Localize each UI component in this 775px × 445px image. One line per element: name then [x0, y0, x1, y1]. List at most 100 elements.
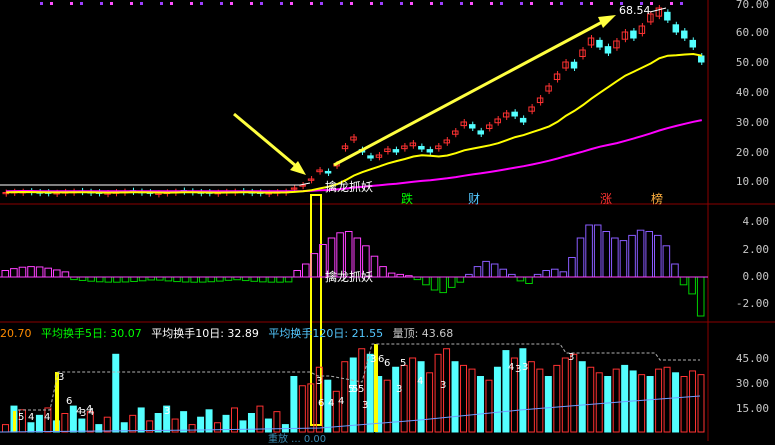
volume-bar: [587, 366, 595, 433]
candle-body: [511, 111, 518, 117]
top-marker: [160, 2, 163, 5]
top-marker: [370, 2, 373, 5]
top-marker: [560, 2, 563, 5]
indicator-bar: [138, 276, 147, 282]
candle-body: [596, 39, 603, 48]
top-marker: [290, 2, 293, 5]
volume-tick: 15.00: [735, 402, 769, 415]
top-marker: [100, 2, 103, 5]
indicator-tick: 4.00: [742, 215, 770, 228]
volume-bar: [595, 372, 603, 433]
volume-bar: [468, 368, 476, 433]
price-tick: 50.00: [735, 56, 769, 69]
volume-bar-label: 4: [338, 396, 344, 407]
indicator-bar: [53, 269, 61, 278]
ma-short-line: [6, 52, 702, 194]
indicator-bar: [1, 270, 10, 278]
volume-bar-label: 3: [58, 372, 64, 383]
indicator-bar: [310, 253, 319, 278]
volume-bar: [27, 422, 35, 433]
indicator-bar: [636, 229, 645, 278]
volume-bar-label: 3: [164, 406, 170, 417]
status-ma5: 平均换手5日: 30.07: [41, 327, 142, 340]
volume-bar: [476, 376, 484, 433]
volume-bar: [188, 424, 196, 433]
volume-bar: [493, 366, 501, 433]
volume-bar: [214, 422, 222, 433]
volume-bar: [460, 364, 468, 433]
volume-bar: [612, 368, 620, 433]
volume-bar-label: 4: [28, 412, 34, 423]
tag-bang: 榜: [651, 192, 664, 206]
indicator-bar: [241, 276, 250, 282]
volume-bar: [231, 407, 238, 433]
top-marker: [130, 2, 133, 5]
volume-bar-label: 4: [508, 362, 514, 373]
volume-bar: [78, 418, 86, 433]
volume-bar-label: 5: [400, 358, 406, 369]
top-marker: [470, 2, 473, 5]
price-tick: 60.00: [735, 26, 769, 39]
volume-bar-label: 6: [384, 358, 390, 369]
indicator-bar: [207, 276, 216, 283]
indicator-bar: [439, 276, 447, 294]
volume-bar: [604, 376, 612, 433]
indicator-bar: [18, 266, 27, 278]
indicator-bar: [473, 266, 482, 278]
indicator-bar: [61, 271, 70, 278]
tag-cai: 财: [468, 192, 481, 206]
volume-bar: [239, 420, 247, 433]
volume-bar-label: 3: [370, 354, 376, 365]
top-marker: [550, 2, 553, 5]
indicator-bar: [44, 267, 53, 278]
volume-bar: [112, 353, 120, 433]
top-marker: [70, 2, 73, 5]
volume-bar: [638, 374, 646, 433]
indicator-bar: [379, 266, 387, 278]
status-ma120: 平均换手120日: 21.55: [268, 327, 384, 340]
indicator-bar: [284, 276, 293, 283]
indicator-bar: [447, 276, 456, 288]
indicator-bar: [653, 234, 662, 278]
volume-bar-label: 3: [522, 362, 528, 373]
status-peak: 量顶: 43.68: [392, 327, 454, 340]
volume-bar: [298, 385, 306, 433]
top-marker: [410, 2, 413, 5]
volume-bar-label: 6: [66, 396, 72, 407]
indicator-bar: [422, 276, 430, 286]
indicator-bar: [181, 276, 190, 283]
bottom-partial-text: 重放 ... 0.00: [268, 434, 327, 445]
indicator-bar: [164, 276, 173, 282]
indicator-bar: [619, 240, 628, 278]
top-marker: [190, 2, 193, 5]
top-marker: [400, 2, 403, 5]
indicator-bar: [688, 276, 696, 295]
volume-bar: [680, 376, 688, 433]
volume-bar: [689, 370, 697, 433]
tag-die: 跌: [401, 192, 414, 206]
candle-body: [519, 117, 527, 123]
top-marker: [380, 2, 383, 5]
volume-bar: [544, 376, 552, 433]
volume-bar: [646, 376, 654, 433]
volume-bar: [129, 414, 137, 433]
indicator-bar: [104, 276, 113, 283]
indicator-bar: [301, 263, 310, 278]
price-tick: 70.00: [735, 0, 769, 11]
indicator-bar: [679, 276, 688, 286]
top-marker: [40, 2, 43, 5]
volume-bar: [417, 361, 425, 433]
indicator-bar: [611, 237, 619, 278]
indicator-bar: [456, 276, 465, 283]
volume-bar: [655, 368, 663, 433]
top-marker: [310, 2, 313, 5]
top-marker: [80, 2, 83, 5]
top-marker: [440, 2, 443, 5]
volume-bar: [400, 364, 408, 433]
candle-body: [324, 170, 332, 174]
candle-body: [689, 39, 697, 48]
indicator-bar: [568, 257, 576, 278]
indicator-bar: [559, 271, 568, 278]
indicator-bar: [387, 272, 396, 278]
top-marker: [430, 2, 433, 5]
